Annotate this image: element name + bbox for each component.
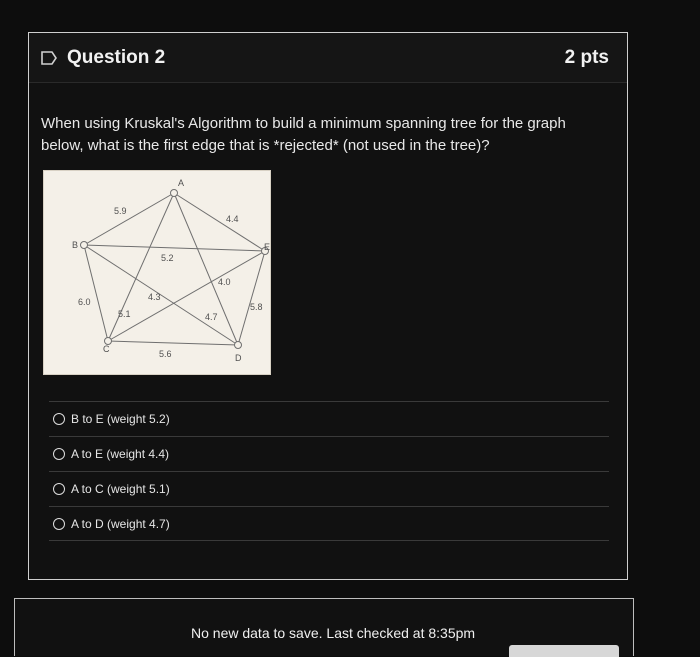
answer-option-a-d[interactable]: A to D (weight 4.7) <box>49 506 609 541</box>
save-status-bar: No new data to save. Last checked at 8:3… <box>14 598 634 657</box>
weight-a-e: 4.4 <box>226 214 239 224</box>
node-label-e: E <box>264 242 270 252</box>
flag-icon[interactable] <box>39 48 59 68</box>
weight-b-c: 6.0 <box>78 297 91 307</box>
answer-option-a-e[interactable]: A to E (weight 4.4) <box>49 436 609 471</box>
graph-figure: A B E C D 5.9 4.4 5.2 4.0 5.8 4.3 6.0 5.… <box>43 170 271 375</box>
radio-button[interactable] <box>53 517 65 530</box>
node-a <box>170 189 178 197</box>
graph-svg: A B E C D 5.9 4.4 5.2 4.0 5.8 4.3 6.0 5.… <box>72 178 270 363</box>
radio-button[interactable] <box>53 413 65 425</box>
node-label-b: B <box>72 240 78 250</box>
node-d <box>234 341 242 349</box>
node-label-a: A <box>178 178 184 188</box>
weight-b-e: 5.2 <box>161 253 174 263</box>
weight-a-b: 5.9 <box>114 206 127 216</box>
weight-a-c: 5.1 <box>118 309 131 319</box>
answer-option-b-e[interactable]: B to E (weight 5.2) <box>49 401 609 436</box>
node-b <box>80 241 88 249</box>
edge-a-e <box>173 192 266 252</box>
edge-e-c <box>107 250 266 342</box>
question-header: Question 2 2 pts <box>29 33 627 83</box>
edge-b-c <box>83 244 109 342</box>
weight-b-d: 4.3 <box>148 292 161 302</box>
question-title: Question 2 <box>67 46 166 68</box>
weight-a-d: 4.7 <box>205 312 218 322</box>
question-points: 2 pts <box>564 46 609 68</box>
answer-label: B to E (weight 5.2) <box>71 412 170 426</box>
weight-c-d: 5.6 <box>159 349 172 359</box>
question-card: Question 2 2 pts When using Kruskal's Al… <box>28 32 628 580</box>
radio-button[interactable] <box>53 483 65 495</box>
radio-button[interactable] <box>53 448 65 460</box>
answer-label: A to E (weight 4.4) <box>71 447 170 461</box>
node-label-d: D <box>235 353 242 363</box>
save-status-text: No new data to save. Last checked at 8:3… <box>191 625 476 641</box>
weight-e-c: 5.8 <box>250 302 263 312</box>
submit-button[interactable] <box>509 645 619 657</box>
answer-label: A to C (weight 5.1) <box>71 482 170 496</box>
question-prompt: When using Kruskal's Algorithm to build … <box>41 115 566 154</box>
answer-list: B to E (weight 5.2) A to E (weight 4.4) … <box>49 401 609 541</box>
edge-b-e <box>83 244 266 252</box>
edge-a-b <box>83 192 175 246</box>
weight-e-d: 4.0 <box>218 277 231 287</box>
answer-label: A to D (weight 4.7) <box>71 516 170 531</box>
node-label-c: C <box>103 344 110 354</box>
edge-c-d <box>107 340 239 346</box>
edge-e-d <box>237 250 266 346</box>
answer-option-a-c[interactable]: A to C (weight 5.1) <box>49 471 609 506</box>
